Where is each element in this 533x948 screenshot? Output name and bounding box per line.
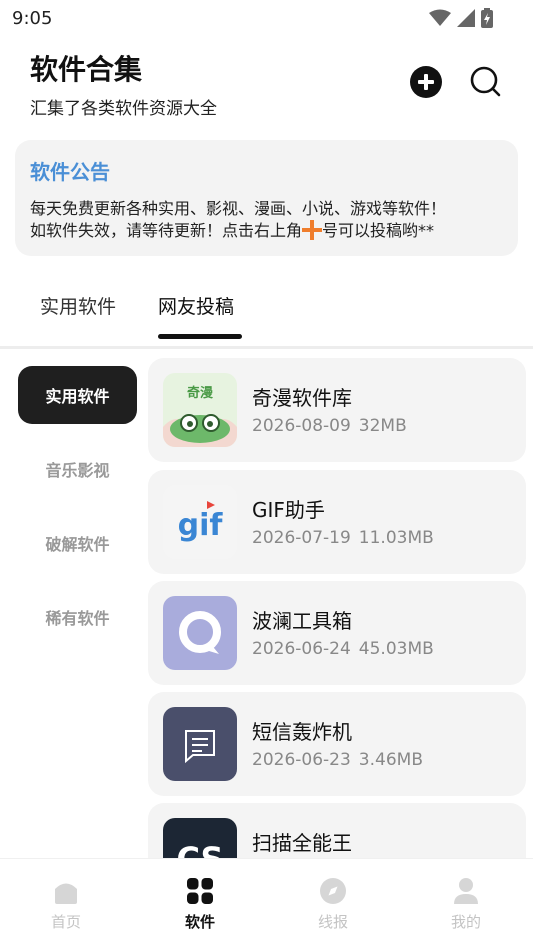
nav-label: 首页 (50, 913, 81, 931)
page-subtitle: 汇集了各类软件资源大全 (30, 99, 217, 119)
app-name: 扫描全能王 (252, 831, 352, 855)
app-size: 3.46MB (358, 750, 423, 770)
nav-label: 线报 (317, 913, 348, 931)
status-bar: 9:05 (0, 0, 533, 36)
app-date: 2026-08-09 (252, 416, 351, 436)
camscanner-icon: CS (163, 818, 237, 858)
app-card[interactable]: 奇漫 奇漫软件库 2026-08-09 32MB (148, 358, 526, 462)
notice-line-1: 每天免费更新各种实用、影视、漫画、小说、游戏等软件！ (30, 199, 447, 218)
home-icon (55, 883, 77, 904)
app-name: 奇漫软件库 (252, 386, 352, 410)
qiman-app-icon: 奇漫 (163, 373, 237, 447)
gif-app-icon: gif (163, 485, 237, 559)
compass-icon (320, 878, 346, 904)
app-name: GIF助手 (252, 498, 325, 522)
app-meta: 2026-06-23 3.46MB (252, 750, 423, 770)
app-date: 2026-06-23 (252, 750, 351, 770)
tab-active-indicator (158, 334, 242, 339)
app-list: 奇漫 奇漫软件库 2026-08-09 32MB gif GIF助手 2026-0… (148, 358, 526, 858)
tab-user-submissions[interactable]: 网友投稿 (158, 292, 234, 319)
status-time: 9:05 (12, 8, 53, 29)
notice-line-2-start: 如软件失效，请等待更新！点击右上角 (30, 221, 303, 240)
notice-line-2-end: 号可以投稿哟** (322, 221, 435, 240)
app-meta: 2026-06-24 45.03MB (252, 639, 434, 659)
app-size: 45.03MB (358, 639, 434, 659)
tab-practical-software[interactable]: 实用软件 (40, 292, 116, 319)
app-size: 32MB (358, 416, 407, 436)
svg-text:gif: gif (178, 508, 224, 543)
app-meta: 2026-08-09 32MB (252, 416, 407, 436)
grid-icon (187, 878, 213, 904)
bottom-navigation: 首页 软件 线报 我的 (0, 858, 533, 948)
category-music-video[interactable]: 音乐影视 (18, 440, 137, 498)
notice-line-2: 如软件失效，请等待更新！点击右上角 号可以投稿哟** (30, 220, 508, 242)
nav-home[interactable]: 首页 (16, 859, 116, 948)
app-date: 2026-06-24 (252, 639, 351, 659)
search-icon (470, 66, 501, 97)
nav-profile[interactable]: 我的 (416, 859, 516, 948)
nav-software[interactable]: 软件 (150, 859, 250, 948)
bolan-toolbox-icon (163, 596, 237, 670)
search-button[interactable] (468, 64, 502, 98)
add-submission-button[interactable] (410, 66, 442, 98)
category-rare[interactable]: 稀有软件 (18, 588, 137, 646)
app-card[interactable]: 短信轰炸机 2026-06-23 3.46MB (148, 692, 526, 796)
cellular-signal-icon (457, 9, 475, 27)
svg-text:CS: CS (176, 840, 223, 858)
notice-title: 软件公告 (30, 160, 110, 184)
sms-message-icon (163, 707, 237, 781)
nav-label: 我的 (450, 913, 481, 931)
app-card[interactable]: gif GIF助手 2026-07-19 11.03MB (148, 470, 526, 574)
app-card[interactable]: 波澜工具箱 2026-06-24 45.03MB (148, 581, 526, 685)
status-icons (429, 8, 493, 28)
nav-label: 软件 (184, 913, 215, 931)
wifi-icon (429, 9, 451, 26)
plus-icon (302, 220, 323, 240)
user-icon (454, 878, 478, 904)
battery-icon (481, 8, 493, 28)
category-cracked[interactable]: 破解软件 (18, 514, 137, 572)
svg-text:奇漫: 奇漫 (187, 385, 213, 401)
nav-deals[interactable]: 线报 (283, 859, 383, 948)
category-practical[interactable]: 实用软件 (18, 366, 137, 424)
app-name: 波澜工具箱 (252, 609, 352, 633)
app-date: 2026-07-19 (252, 528, 351, 548)
app-meta: 2026-07-19 11.03MB (252, 528, 434, 548)
app-name: 短信轰炸机 (252, 720, 352, 744)
notice-card: 软件公告 每天免费更新各种实用、影视、漫画、小说、游戏等软件！ 如软件失效，请等… (15, 140, 518, 256)
section-divider (0, 346, 533, 349)
plus-circle-icon (410, 66, 442, 98)
app-size: 11.03MB (358, 528, 434, 548)
page-title: 软件合集 (30, 53, 143, 86)
app-card[interactable]: CS 扫描全能王 (148, 803, 526, 858)
notice-text: 每天免费更新各种实用、影视、漫画、小说、游戏等软件！ 如软件失效，请等待更新！点… (30, 198, 508, 242)
